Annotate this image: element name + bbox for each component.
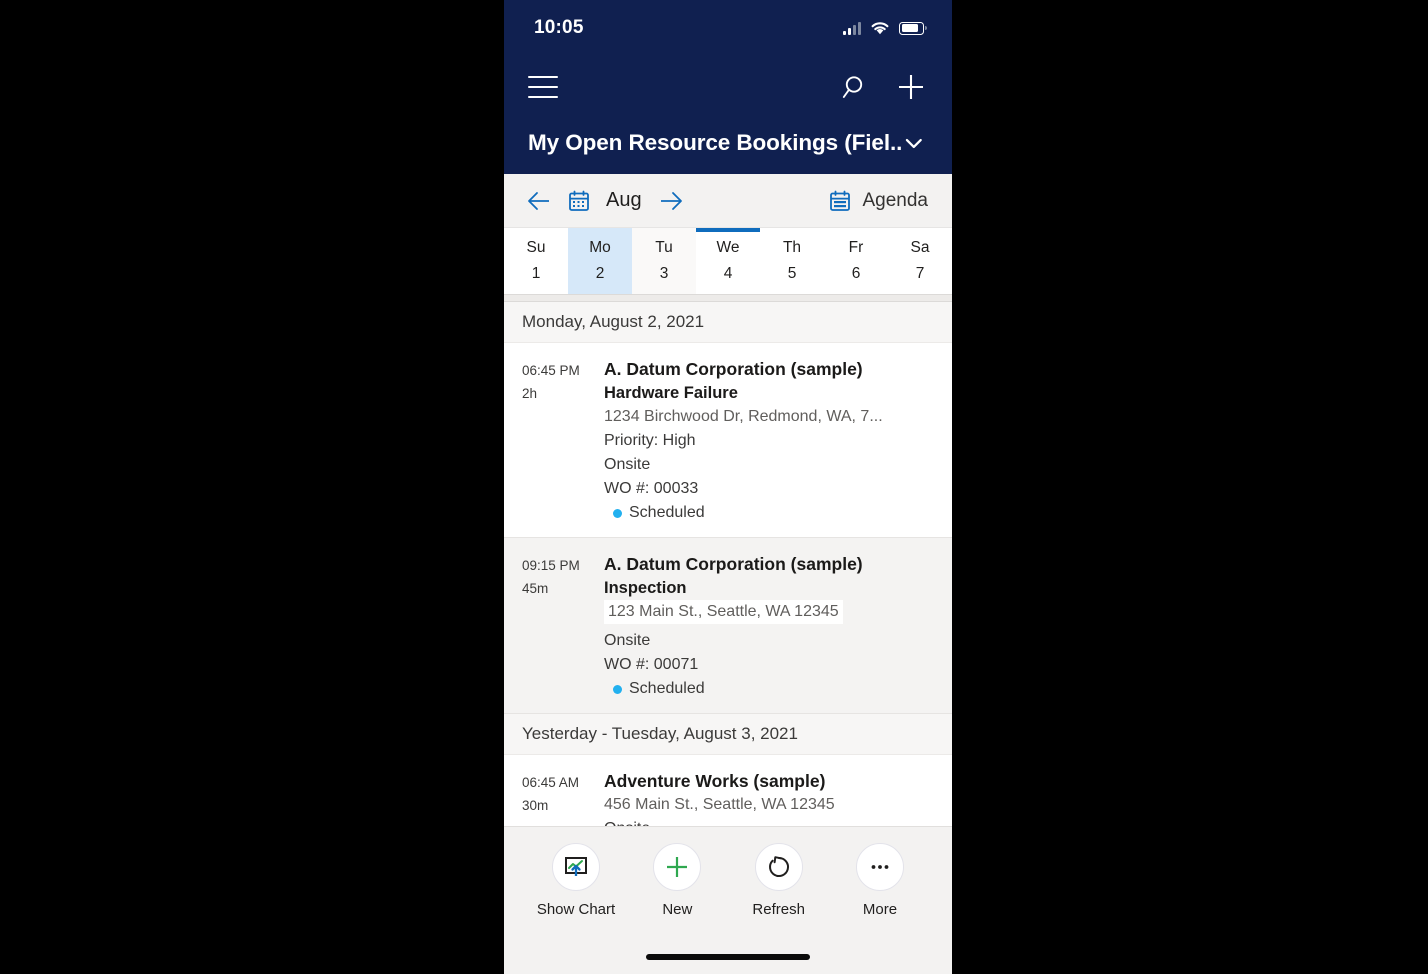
day-cell-we[interactable]: We 4 <box>696 228 760 294</box>
status-badge: Scheduled <box>604 677 938 701</box>
day-cell-dow: Mo <box>589 239 611 256</box>
booking-address-row: 456 Main St., Seattle, WA 12345 <box>604 793 938 817</box>
day-cell-th[interactable]: Th 5 <box>760 228 824 294</box>
booking-time-block: 06:45 PM 2h <box>522 357 604 525</box>
day-cell-sa[interactable]: Sa 7 <box>888 228 952 294</box>
booking-details: A. Datum Corporation (sample) Hardware Fa… <box>604 357 938 525</box>
booking-start-time: 09:15 PM <box>522 558 580 573</box>
booking-card[interactable]: 06:45 AM 30m Adventure Works (sample) 456 M… <box>504 755 952 826</box>
booking-start-time: 06:45 AM <box>522 775 580 790</box>
booking-priority: Priority: High <box>604 432 696 449</box>
status-bar-icons <box>843 21 927 36</box>
day-cell-date: 3 <box>659 265 669 282</box>
booking-account-name: A. Datum Corporation (sample) <box>604 554 863 574</box>
agenda-label: Agenda <box>862 189 928 211</box>
day-strip-separator <box>504 294 952 302</box>
booking-account-name: A. Datum Corporation (sample) <box>604 359 863 379</box>
booking-time-block: 09:15 PM 45m <box>522 552 604 701</box>
day-cell-dow: Sa <box>910 239 930 256</box>
chevron-down-icon[interactable] <box>902 131 926 155</box>
day-cell-date: 1 <box>531 265 541 282</box>
plus-icon <box>653 843 702 891</box>
status-label: Scheduled <box>629 680 705 697</box>
hamburger-menu-icon[interactable] <box>528 76 558 98</box>
cellular-signal-icon <box>843 21 861 35</box>
booking-account-name: Adventure Works (sample) <box>604 771 826 791</box>
day-cell-dow: Su <box>526 239 546 256</box>
refresh-icon <box>754 843 803 891</box>
day-cell-fr[interactable]: Fr 6 <box>824 228 888 294</box>
search-icon[interactable] <box>842 73 870 101</box>
status-bar-clock: 10:05 <box>534 17 584 38</box>
command-label: Show Chart <box>536 901 616 918</box>
booking-work-order: WO #: 00071 <box>604 656 699 673</box>
day-cell-dow: Th <box>782 239 802 256</box>
battery-icon <box>899 21 927 35</box>
booking-work-type: Hardware Failure <box>604 384 738 402</box>
booking-card[interactable]: 06:45 PM 2h A. Datum Corporation (sample) H… <box>504 343 952 538</box>
home-indicator <box>646 954 810 960</box>
command-show-chart-button[interactable]: Show Chart <box>526 843 626 974</box>
day-strip: Su 1 Mo 2 Tu 3 We 4 Th 5 Fr 6 Sa 7 <box>504 228 952 294</box>
day-cell-tu[interactable]: Tu 3 <box>632 228 696 294</box>
booking-duration: 2h <box>522 386 538 401</box>
app-nav-bar: My Open Resource Bookings (Fiel... <box>504 56 952 174</box>
booking-address-row: 123 Main St., Seattle, WA 12345 <box>604 600 938 629</box>
booking-start-time: 06:45 PM <box>522 363 580 378</box>
phone-screen: 10:05 My Open Resource Bookings (Fiel...… <box>504 0 952 974</box>
day-cell-date: 7 <box>915 265 925 282</box>
agenda-icon <box>830 190 851 211</box>
arrow-right-icon[interactable] <box>658 190 684 212</box>
day-cell-mo[interactable]: Mo 2 <box>568 228 632 294</box>
day-cell-date: 2 <box>595 265 605 282</box>
booking-time-block: 06:45 AM 30m <box>522 769 604 826</box>
booking-address-row: 1234 Birchwood Dr, Redmond, WA, 7... <box>604 405 938 429</box>
more-ellipsis-icon <box>855 843 904 891</box>
status-label: Scheduled <box>629 504 705 521</box>
booking-address: 456 Main St., Seattle, WA 12345 <box>604 796 835 813</box>
booking-location-type: Onsite <box>604 817 938 826</box>
calendar-month-label[interactable]: Aug <box>606 189 642 212</box>
command-more-button[interactable]: More <box>830 843 930 974</box>
date-section-header: Monday, August 2, 2021 <box>504 302 952 343</box>
booking-location-type: Onsite <box>604 456 651 473</box>
show-chart-icon <box>552 843 600 891</box>
calendar-toolbar: Aug Agenda <box>504 174 952 228</box>
command-bar: Show Chart New Refresh More <box>504 826 952 974</box>
wifi-icon <box>871 21 889 34</box>
status-dot-icon <box>613 508 622 518</box>
day-cell-date: 4 <box>723 265 733 282</box>
arrow-left-icon[interactable] <box>526 190 552 212</box>
bookings-list[interactable]: Monday, August 2, 2021 06:45 PM 2h A. Datum… <box>504 302 952 826</box>
status-bar: 10:05 <box>504 0 952 56</box>
booking-address: 1234 Birchwood Dr, Redmond, WA, 7... <box>604 408 883 425</box>
booking-work-type: Inspection <box>604 579 687 597</box>
calendar-icon[interactable] <box>568 190 590 212</box>
booking-location-type: Onsite <box>604 632 651 649</box>
day-cell-dow: Tu <box>655 239 673 256</box>
day-cell-date: 5 <box>787 265 797 282</box>
booking-address: 123 Main St., Seattle, WA 12345 <box>604 600 843 624</box>
page-title: My Open Resource Bookings (Fiel... <box>528 130 903 155</box>
day-cell-dow: Fr <box>848 239 864 256</box>
booking-details: A. Datum Corporation (sample) Inspection 1… <box>604 552 938 701</box>
command-label: New <box>662 901 693 918</box>
date-section-header: Yesterday - Tuesday, August 3, 2021 <box>504 714 952 755</box>
booking-work-order: WO #: 00033 <box>604 480 699 497</box>
command-label: Refresh <box>752 901 805 918</box>
command-label: More <box>862 901 898 918</box>
booking-details: Adventure Works (sample) 456 Main St., Se… <box>604 769 938 826</box>
booking-duration: 45m <box>522 581 549 596</box>
day-cell-su[interactable]: Su 1 <box>504 228 568 294</box>
booking-card[interactable]: 09:15 PM 45m A. Datum Corporation (sample)… <box>504 538 952 714</box>
agenda-view-button[interactable]: Agenda <box>829 190 928 212</box>
day-cell-dow: We <box>716 239 740 256</box>
status-badge: Scheduled <box>604 501 938 525</box>
day-cell-date: 6 <box>851 265 861 282</box>
booking-duration: 30m <box>522 798 549 813</box>
plus-icon[interactable] <box>896 72 926 102</box>
status-dot-icon <box>613 684 622 694</box>
